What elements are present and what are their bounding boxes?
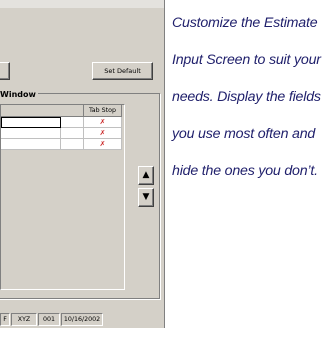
row-blank-cell [61,139,84,150]
tab-stop-column-header[interactable]: Tab Stop [84,105,122,117]
list-row[interactable]: ✗ [1,128,122,139]
caption-line: hide the ones you don’t. [172,163,318,179]
partial-button[interactable] [0,62,10,80]
caption-line: you use most often and [172,126,316,142]
caption-text: Customize the Estimate Input Screen to s… [172,10,330,195]
row-field-cell[interactable] [1,117,61,128]
list-row[interactable]: ✗ [1,139,122,150]
set-default-button[interactable]: Set Default [92,62,153,80]
tab-stop-checkbox[interactable]: ✗ [84,117,122,128]
caption-line: needs. Display the fields [172,89,321,105]
customize-input-dialog: Set Default Window Tab Stop ✗ ✗ ✗ ▲ ▼ F … [0,0,165,328]
arrow-up-icon: ▲ [142,170,150,180]
caption-line: Customize the Estimate [172,15,318,31]
arrow-down-icon: ▼ [142,192,150,202]
row-field-cell[interactable] [1,139,61,150]
move-down-button[interactable]: ▼ [138,188,154,207]
status-pane: XYZ [11,313,37,326]
row-field-cell[interactable] [1,128,61,139]
field-list[interactable]: Tab Stop ✗ ✗ ✗ [0,104,125,290]
move-up-button[interactable]: ▲ [138,166,154,185]
window-group-title: Window [0,90,38,99]
caption-line: Input Screen to suit your [172,52,321,68]
row-blank-cell [61,128,84,139]
row-blank-cell [61,117,84,128]
list-row[interactable]: ✗ [1,117,122,128]
dialog-top-band [0,0,164,8]
status-bar: F XYZ 001 10/16/2002 [0,300,164,326]
status-pane: 001 [38,313,60,326]
status-date-pane: 10/16/2002 [61,313,103,326]
tab-stop-checkbox[interactable]: ✗ [84,128,122,139]
tab-stop-checkbox[interactable]: ✗ [84,139,122,150]
status-pane: F [0,313,10,326]
field-column-header[interactable] [1,105,84,117]
